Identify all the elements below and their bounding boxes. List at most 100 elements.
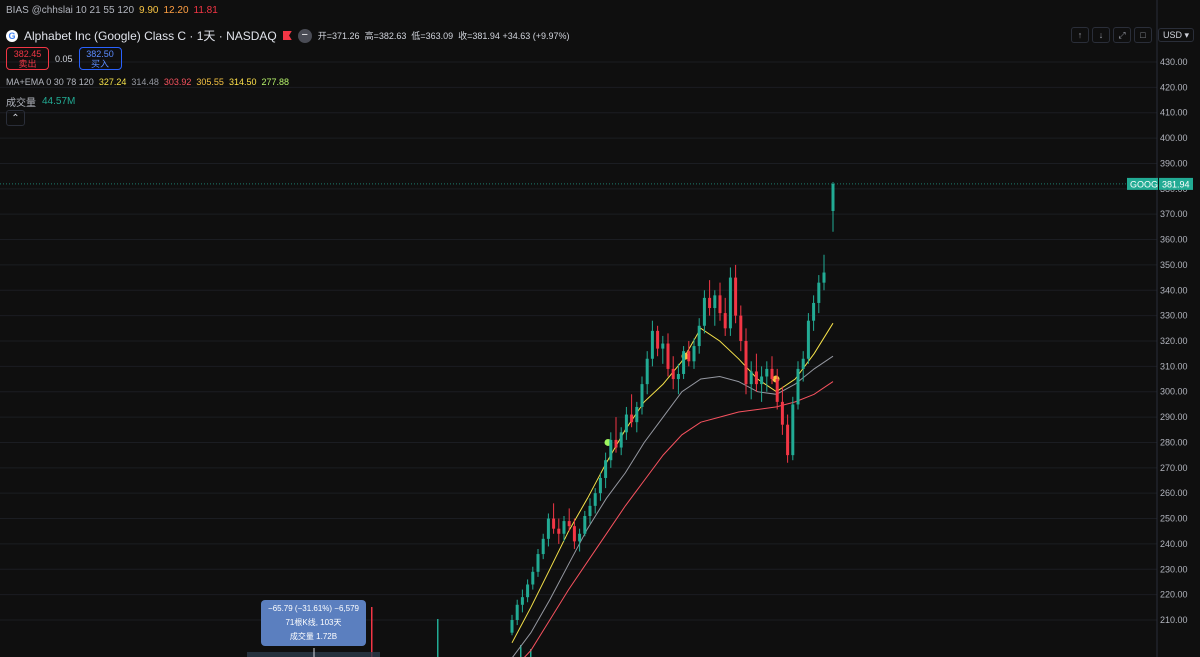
volume-indicator[interactable]: 成交量 44.57M [6,94,75,109]
candle-body [650,330,654,359]
ma-line [524,381,834,657]
candle-body [578,533,582,542]
bias-value-2: 12.20 [163,5,189,16]
price-chart[interactable]: 430.00420.00410.00400.00390.00380.00370.… [0,0,1200,657]
candle-body [682,351,686,374]
candle-body [671,368,675,380]
candle-body [541,538,545,555]
price-tick-label: 420.00 [1160,82,1188,92]
price-tick-label: 260.00 [1160,488,1188,498]
candle-body [531,571,535,585]
arrow-down-icon[interactable]: ↓ [1092,27,1110,43]
volume-bar [437,619,439,657]
ma-ema-label: MA+EMA 0 30 78 120 [6,77,94,87]
price-tick-label: 240.00 [1160,539,1188,549]
candle-body [770,368,774,380]
candle-body [796,368,800,405]
ma-value-5: 314.50 [228,77,257,87]
candle-body [619,432,623,448]
google-logo-icon: G [6,29,18,42]
currency-select[interactable]: USD ▾ [1158,28,1194,42]
candle-body [760,376,764,385]
candle-body [817,282,821,303]
ma-value-1: 327.24 [98,77,127,87]
fullscreen-icon[interactable]: ⤢ [1113,27,1131,43]
candle-body [812,302,816,321]
candle-body [806,320,810,359]
high-value: 高=382.63 [364,31,407,41]
price-tick-label: 280.00 [1160,437,1188,447]
candle-body [780,401,784,425]
price-tick-label: 340.00 [1160,285,1188,295]
candle-body [822,272,826,283]
candle-body [739,315,743,341]
candle-body [723,313,727,329]
candle-body [754,371,758,385]
buy-button[interactable]: 382.50 买入 [78,47,122,70]
symbol-title[interactable]: Alphabet Inc (Google) Class C · 1天 · NAS… [24,27,277,44]
candle-body [708,297,712,309]
candle-body [526,584,530,598]
price-tick-label: 290.00 [1160,412,1188,422]
sell-button[interactable]: 382.45 卖出 [6,47,49,70]
candle-body [666,343,670,369]
arrow-up-icon[interactable]: ↑ [1071,27,1089,43]
candle-body [640,384,644,407]
candle-body [744,341,748,385]
chart-toolbar: ↑ ↓ ⤢ □ USD ▾ [1071,27,1194,43]
candle-body [609,439,613,461]
bias-indicator[interactable]: BIAS @chhslai 10 21 55 120 9.90 12.20 11… [6,5,218,16]
ma-value-6: 277.88 [261,77,289,87]
close-value: 收=381.94 +34.63 (+9.97%) [458,31,570,41]
candlesticks [510,182,835,636]
maximize-icon[interactable]: □ [1134,27,1152,43]
sell-label: 卖出 [18,58,37,69]
symbol-header: G Alphabet Inc (Google) Class C · 1天 · N… [6,27,570,44]
bias-value-1: 9.90 [139,5,159,16]
candle-body [713,295,717,309]
candle-body [588,505,592,517]
price-tick-label: 370.00 [1160,209,1188,219]
last-price-label: 381.94 [1162,179,1190,189]
candle-body [801,358,805,369]
price-axis[interactable]: 430.00420.00410.00400.00390.00380.00370.… [1127,0,1193,657]
candle-body [562,521,566,534]
measure-volume: 成交量 1.72B [289,632,338,641]
flag-icon[interactable] [282,31,292,40]
bias-value-3: 11.81 [193,5,218,16]
candle-body [614,439,618,448]
volume-bar [371,607,373,657]
price-tick-label: 270.00 [1160,463,1188,473]
candle-body [718,295,722,314]
spread-value: 0.05 [55,53,73,64]
buy-price: 382.50 [86,48,114,59]
candle-body [515,604,519,620]
price-tick-label: 390.00 [1160,158,1188,168]
collapse-chevron-icon[interactable]: ⌃ [6,110,25,126]
candle-body [567,521,571,527]
candle-body [687,351,691,362]
candle-body [630,414,634,423]
candle-body [604,460,608,478]
chevron-down-icon: ▾ [1184,29,1189,40]
price-tick-label: 320.00 [1160,336,1188,346]
minus-icon[interactable]: − [297,28,312,43]
candle-body [520,597,524,605]
candle-body [702,297,706,326]
ma-ema-indicator[interactable]: MA+EMA 0 30 78 120 327.24 314.48 303.92 … [6,77,289,87]
candle-body [536,554,540,572]
measure-tooltip: −65.79 (−31.61%) −6,579 71根K线, 103天 成交量 … [261,600,366,646]
measure-change: −65.79 (−31.61%) −6,579 [268,604,359,613]
candle-body [692,346,696,362]
candle-body [557,528,561,534]
price-tick-label: 410.00 [1160,108,1188,118]
candle-body [734,277,738,316]
candle-body [552,518,556,529]
open-value: 开=371.26 [317,31,360,41]
measure-bars: 71根K线, 103天 [285,618,342,627]
candle-body [583,516,587,534]
volume-value: 44.57M [42,96,76,107]
candle-body [598,477,602,494]
candle-body [728,277,732,329]
volume-label: 成交量 [6,98,36,109]
